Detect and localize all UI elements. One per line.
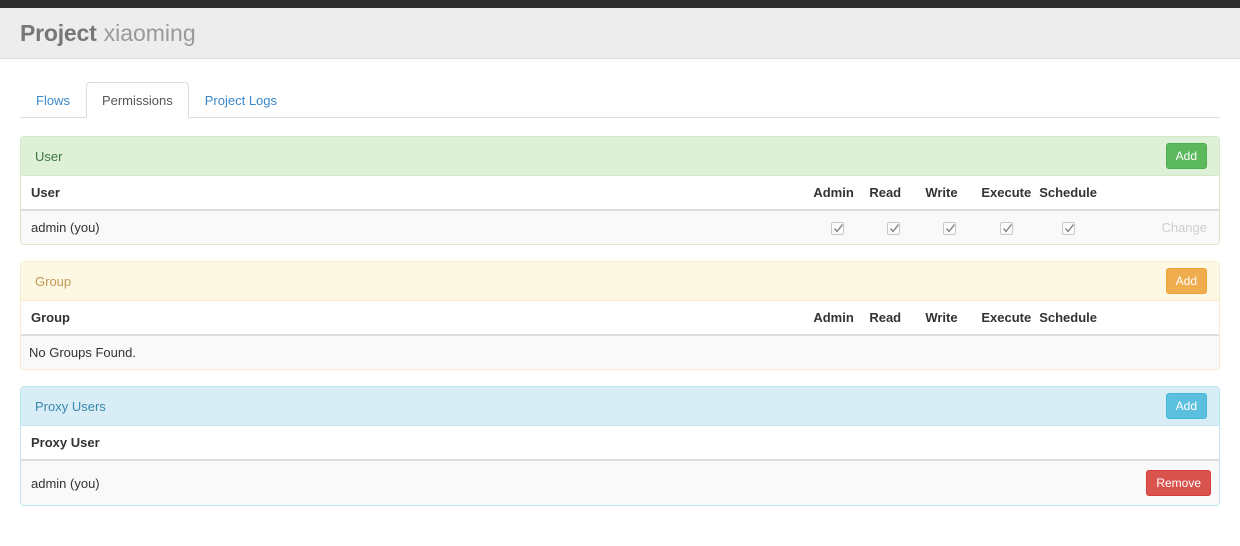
tabs-container: Flows Permissions Project Logs <box>0 82 1240 118</box>
group-permissions-panel: Group Add Group Admin Read Write Execute… <box>20 261 1220 371</box>
add-group-button[interactable]: Add <box>1165 268 1207 295</box>
group-col-group: Group <box>21 301 810 337</box>
read-checkbox[interactable] <box>886 222 900 236</box>
proxy-col-proxy-user: Proxy User <box>21 426 642 462</box>
admin-checkbox[interactable] <box>830 222 844 236</box>
tab-flows-link[interactable]: Flows <box>20 82 86 118</box>
page-title-project-name: xiaoming <box>103 19 196 46</box>
table-row: No Groups Found. <box>21 335 1219 370</box>
add-proxy-user-button[interactable]: Add <box>1165 393 1207 420</box>
user-row-action-cell: Change <box>1101 210 1219 245</box>
tab-permissions-link[interactable]: Permissions <box>85 82 189 118</box>
user-row-schedule-cell <box>1035 210 1101 245</box>
group-col-schedule: Schedule <box>1035 301 1101 337</box>
user-col-write: Write <box>921 176 978 211</box>
proxy-table-header-row: Proxy User <box>21 426 1219 462</box>
user-row-read-cell <box>865 210 922 245</box>
user-table-head: User Admin Read Write Execute Schedule <box>21 176 1219 211</box>
group-col-admin: Admin <box>809 301 866 337</box>
user-col-schedule: Schedule <box>1035 176 1101 211</box>
tab-project-logs-link[interactable]: Project Logs <box>189 82 293 118</box>
proxy-table-body: admin (you) Remove <box>21 460 1219 506</box>
user-row-admin-cell <box>809 210 866 245</box>
proxy-row-name: admin (you) <box>21 460 642 506</box>
group-empty-message: No Groups Found. <box>21 335 1219 370</box>
group-col-action <box>1101 301 1219 337</box>
proxy-col-action <box>641 426 1219 462</box>
proxy-users-table: Proxy User admin (you) Remove <box>21 426 1219 506</box>
execute-checkbox[interactable] <box>999 222 1013 236</box>
user-row-name: admin (you) <box>21 210 810 245</box>
schedule-checkbox[interactable] <box>1061 222 1075 236</box>
tab-flows[interactable]: Flows <box>20 82 86 117</box>
change-permissions-link[interactable]: Change <box>1161 220 1207 235</box>
proxy-table-head: Proxy User <box>21 426 1219 462</box>
user-permissions-panel: User Add User Admin Read Write Execute S… <box>20 136 1220 246</box>
table-row: admin (you) Change <box>21 210 1219 245</box>
user-col-user: User <box>21 176 810 211</box>
page-title-strong: Project <box>20 19 97 46</box>
user-col-read: Read <box>865 176 922 211</box>
page-header: Project xiaoming <box>0 8 1240 59</box>
user-col-execute: Execute <box>977 176 1036 211</box>
user-table-body: admin (you) Change <box>21 210 1219 245</box>
top-navbar <box>0 0 1240 8</box>
proxy-row-action-cell: Remove <box>641 460 1219 506</box>
user-permissions-table: User Admin Read Write Execute Schedule a… <box>21 176 1219 245</box>
group-panel-heading: Group Add <box>21 262 1219 302</box>
user-table-header-row: User Admin Read Write Execute Schedule <box>21 176 1219 211</box>
group-table-head: Group Admin Read Write Execute Schedule <box>21 301 1219 337</box>
proxy-panel-title: Proxy Users <box>35 398 106 414</box>
user-col-action <box>1101 176 1219 211</box>
write-checkbox[interactable] <box>942 222 956 236</box>
tab-permissions[interactable]: Permissions <box>85 82 189 118</box>
user-row-execute-cell <box>977 210 1036 245</box>
user-panel-title: User <box>35 148 63 164</box>
user-col-admin: Admin <box>809 176 866 211</box>
group-panel-title: Group <box>35 273 72 289</box>
proxy-users-panel: Proxy Users Add Proxy User admin (you) R… <box>20 386 1220 507</box>
permissions-content: User Add User Admin Read Write Execute S… <box>0 136 1240 507</box>
table-row: admin (you) Remove <box>21 460 1219 506</box>
user-panel-heading: User Add <box>21 137 1219 176</box>
nav-tabs: Flows Permissions Project Logs <box>20 82 1220 118</box>
add-user-button[interactable]: Add <box>1165 143 1207 169</box>
group-table-body: No Groups Found. <box>21 335 1219 370</box>
group-table-header-row: Group Admin Read Write Execute Schedule <box>21 301 1219 337</box>
group-col-read: Read <box>865 301 922 337</box>
group-permissions-table: Group Admin Read Write Execute Schedule … <box>21 301 1219 370</box>
user-row-write-cell <box>921 210 978 245</box>
group-col-write: Write <box>921 301 978 337</box>
proxy-panel-heading: Proxy Users Add <box>21 387 1219 427</box>
tab-project-logs[interactable]: Project Logs <box>189 82 293 117</box>
remove-proxy-user-button[interactable]: Remove <box>1146 470 1211 497</box>
group-col-execute: Execute <box>977 301 1036 337</box>
